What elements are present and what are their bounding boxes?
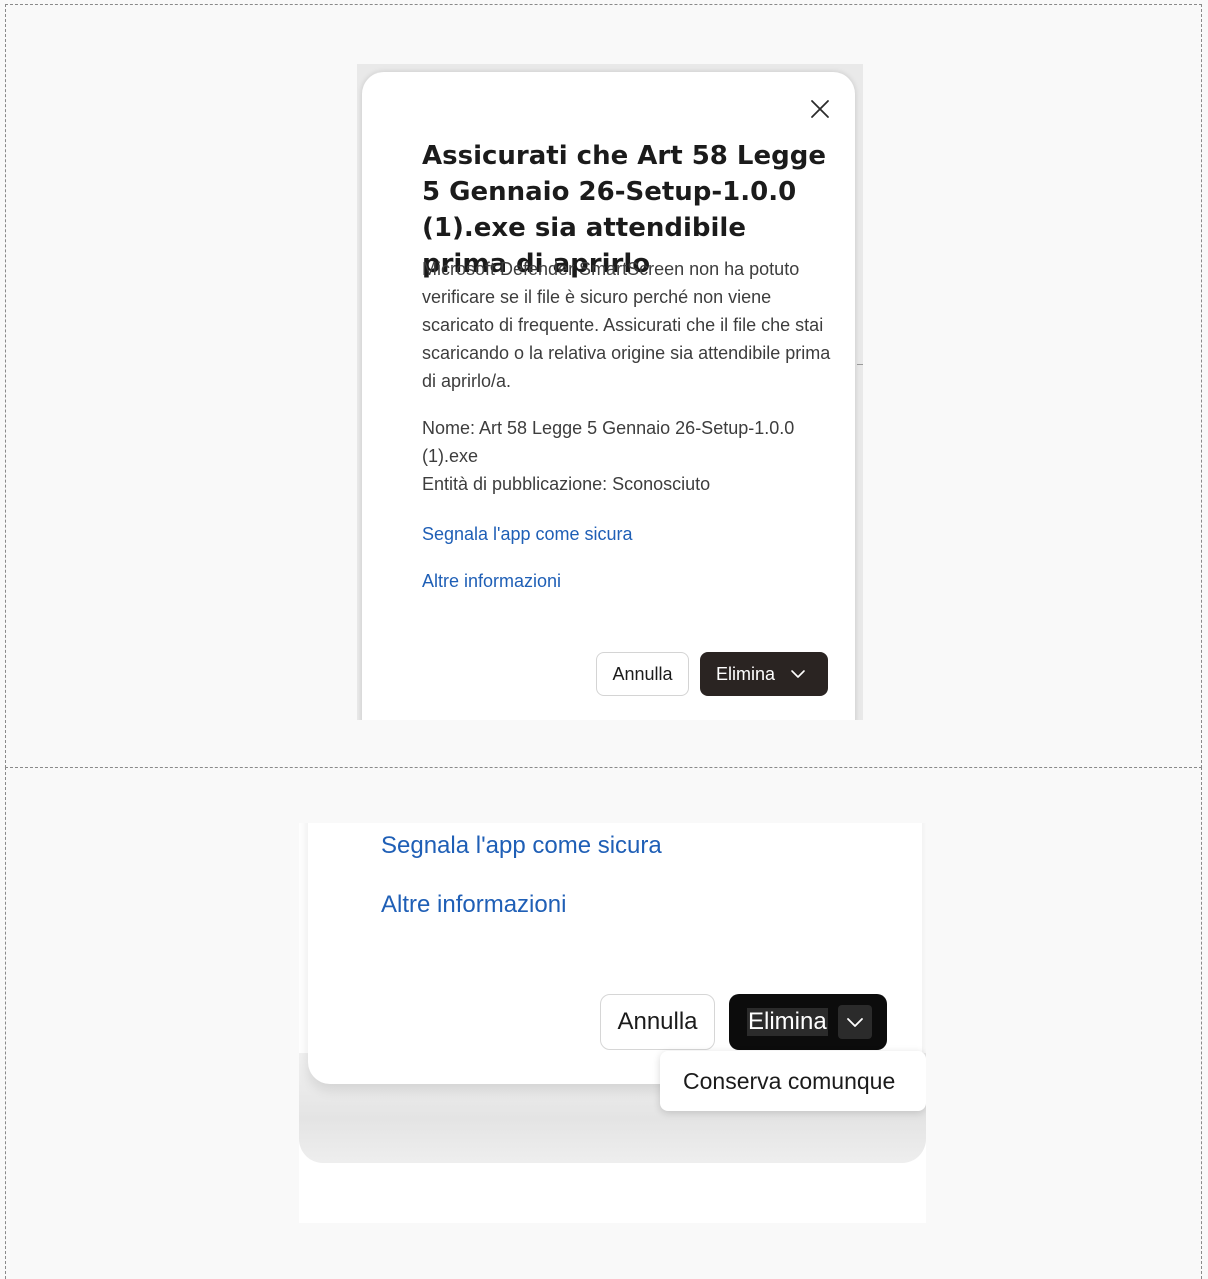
report-safe-link[interactable]: Segnala l'app come sicura — [422, 522, 633, 546]
dialog-zoom-screenshot: Segnala l'app come sicura Altre informaz… — [299, 823, 926, 1223]
delete-button-label: Elimina — [747, 1008, 828, 1036]
report-safe-link[interactable]: Segnala l'app come sicura — [381, 831, 662, 861]
file-name: Nome: Art 58 Legge 5 Gennaio 26-Setup-1.… — [422, 418, 795, 466]
delete-button-label: Elimina — [716, 663, 776, 684]
delete-button[interactable]: Elimina — [729, 994, 887, 1050]
menu-item-keep-anyway[interactable]: Conserva comunque — [660, 1051, 926, 1111]
background-divider — [857, 364, 863, 365]
delete-button[interactable]: Elimina — [700, 652, 828, 696]
chevron-down-icon — [846, 1018, 863, 1027]
close-icon — [811, 100, 829, 118]
dialog-description: Microsoft Defender SmartScreen non ha po… — [422, 259, 831, 391]
chevron-down-icon[interactable] — [789, 665, 807, 683]
more-info-link[interactable]: Altre informazioni — [422, 569, 561, 593]
cancel-button[interactable]: Annulla — [596, 652, 689, 696]
more-info-link[interactable]: Altre informazioni — [381, 890, 566, 920]
smartscreen-dialog-screenshot: Assicurati che Art 58 Legge 5 Gennaio 26… — [357, 64, 863, 720]
cancel-button[interactable]: Annulla — [600, 994, 715, 1050]
publisher: Entità di pubblicazione: Sconosciuto — [422, 474, 711, 494]
smartscreen-dialog: Assicurati che Art 58 Legge 5 Gennaio 26… — [362, 72, 855, 720]
smartscreen-dialog-zoomed: Segnala l'app come sicura Altre informaz… — [308, 823, 922, 1084]
file-info: Nome: Art 58 Legge 5 Gennaio 26-Setup-1.… — [422, 414, 842, 498]
close-button[interactable] — [807, 96, 833, 122]
screenshot-frame-top: Assicurati che Art 58 Legge 5 Gennaio 26… — [5, 4, 1202, 768]
screenshot-frame-bottom: Segnala l'app come sicura Altre informaz… — [5, 767, 1202, 1279]
delete-dropdown-toggle[interactable] — [837, 1005, 872, 1039]
